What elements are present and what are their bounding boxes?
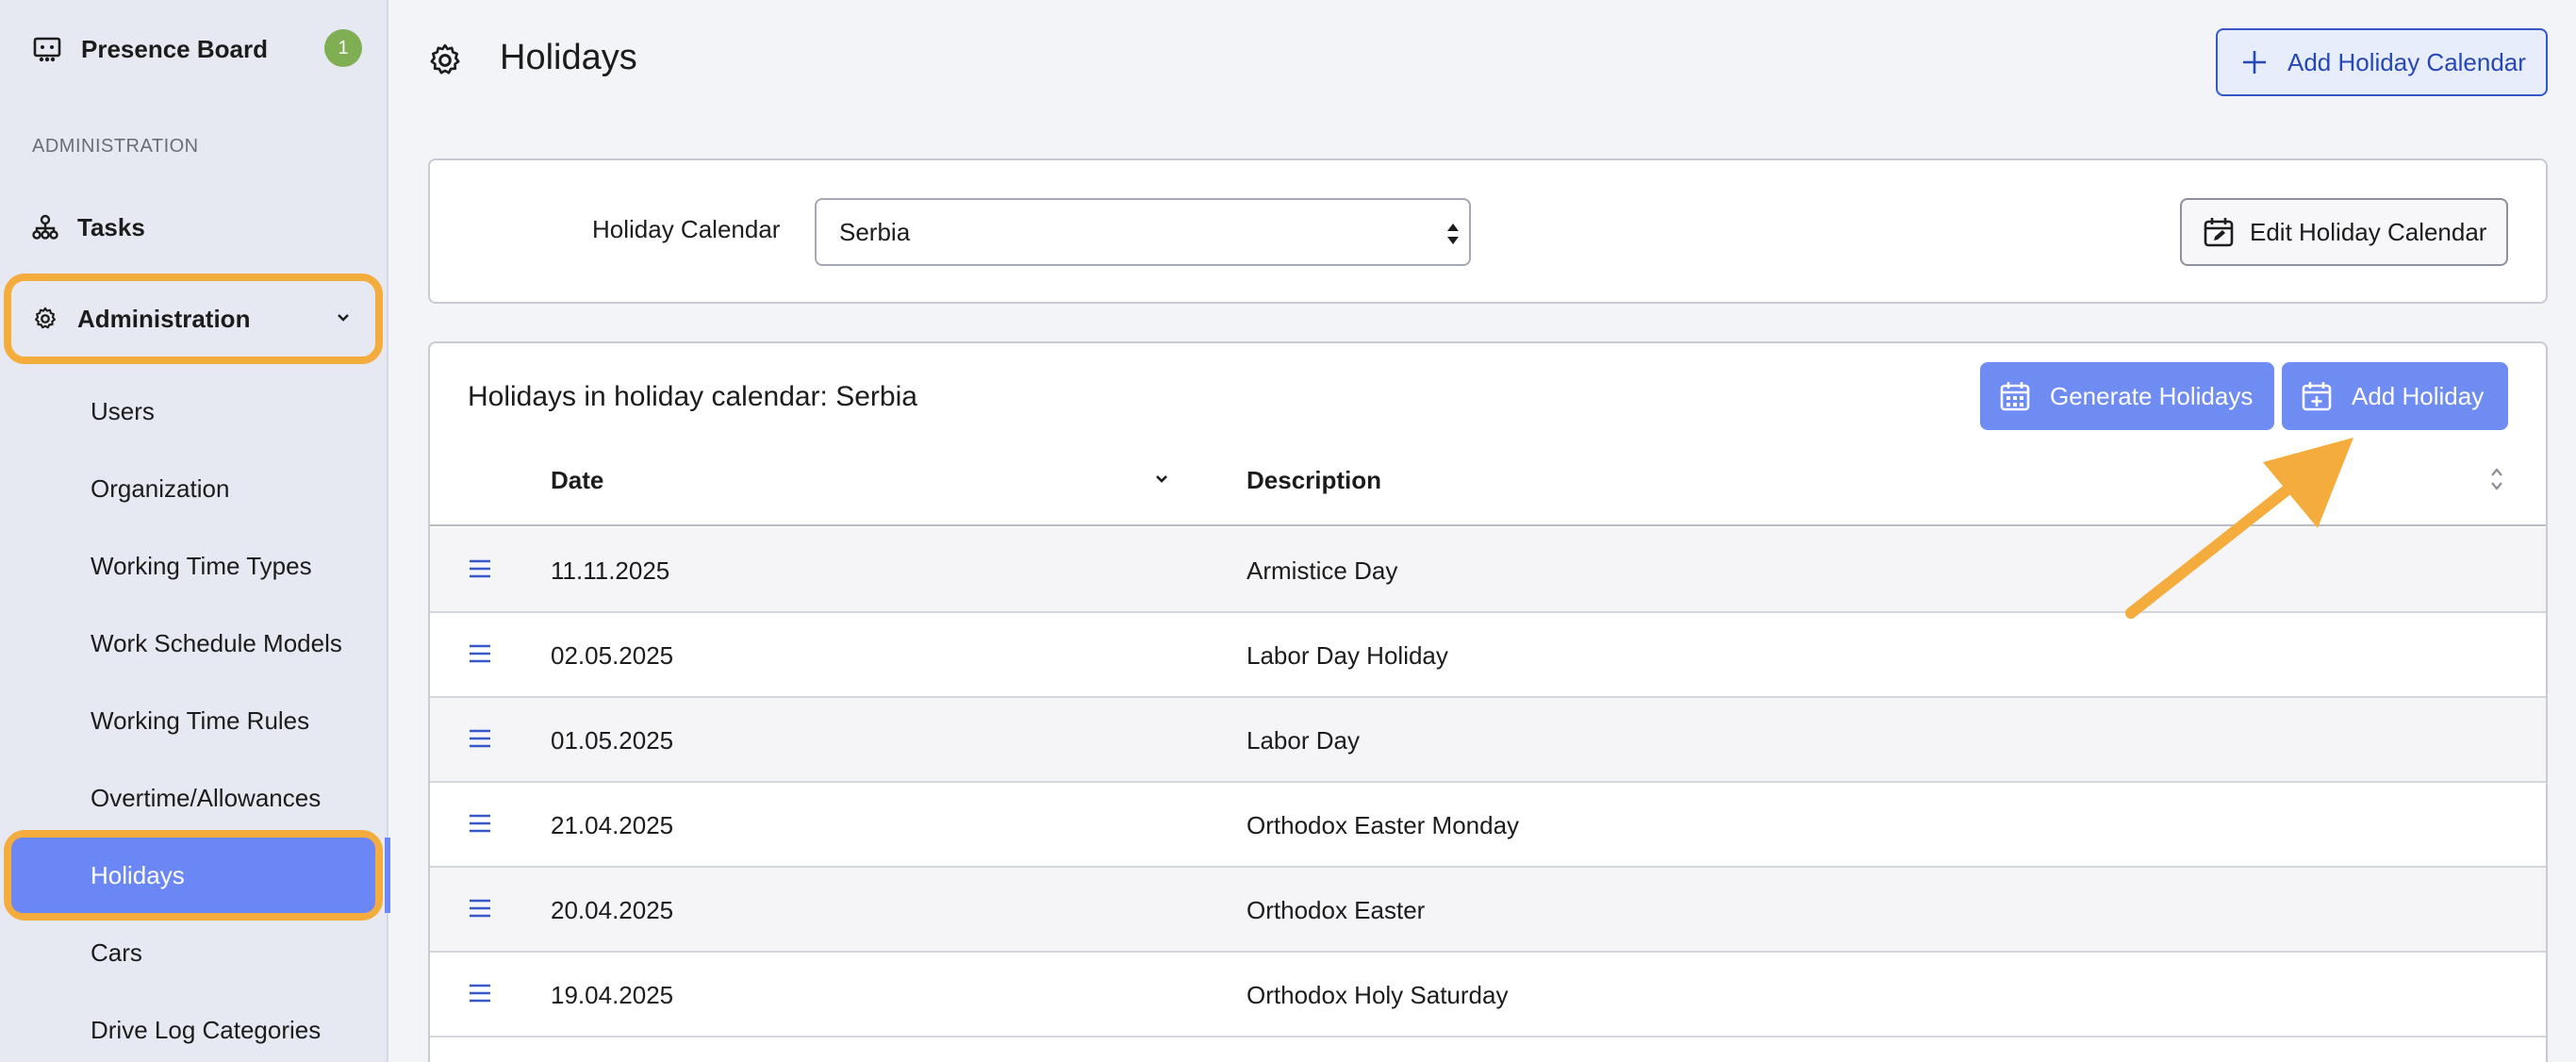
add-holiday-button[interactable]: Add Holiday: [2282, 362, 2508, 430]
cell-date: 20.04.2025: [551, 896, 674, 924]
menu-icon[interactable]: [468, 556, 492, 581]
sidebar-item-work-schedule-models[interactable]: Work Schedule Models: [91, 624, 342, 662]
table-row[interactable]: 02.05.2025 Labor Day Holiday: [430, 613, 2546, 698]
column-header-date[interactable]: Date: [551, 466, 603, 495]
brand-name: Presence Board: [81, 34, 268, 63]
button-label: Edit Holiday Calendar: [2250, 217, 2487, 246]
edit-holiday-calendar-button[interactable]: Edit Holiday Calendar: [2180, 198, 2508, 266]
sort-desc-icon[interactable]: [1152, 470, 1171, 489]
sidebar-item-cars[interactable]: Cars: [91, 934, 142, 971]
cell-description: Orthodox Easter: [1247, 896, 1426, 924]
cell-date: 01.05.2025: [551, 726, 674, 755]
cell-description: Orthodox Holy Saturday: [1247, 981, 1509, 1009]
cell-description: Labor Day Holiday: [1247, 641, 1448, 670]
gear-icon: [430, 43, 460, 75]
button-label: Add Holiday: [2352, 381, 2485, 410]
table-row[interactable]: 20.04.2025 Orthodox Easter: [430, 868, 2546, 953]
plus-icon: [2243, 51, 2266, 74]
calendar-plus-icon: [2302, 382, 2332, 411]
table-row[interactable]: 21.04.2025 Orthodox Easter Monday: [430, 783, 2546, 868]
notification-badge: 1: [324, 29, 362, 67]
sidebar-item-overtime-allowances[interactable]: Overtime/Allowances: [91, 779, 321, 817]
cell-description: Armistice Day: [1247, 556, 1398, 585]
presence-board-icon: [33, 37, 61, 62]
sidebar-item-administration[interactable]: Administration: [32, 289, 362, 349]
menu-icon[interactable]: [468, 981, 492, 1005]
cell-date: 19.04.2025: [551, 981, 674, 1009]
column-header-description[interactable]: Description: [1247, 466, 1381, 495]
sidebar-item-holidays[interactable]: Holidays: [11, 838, 375, 913]
button-label: Generate Holidays: [2050, 381, 2254, 410]
sitemap-icon: [32, 214, 58, 240]
page-title: Holidays: [500, 38, 637, 77]
menu-icon[interactable]: [468, 726, 492, 751]
cell-date: 02.05.2025: [551, 641, 674, 670]
sidebar-item-drive-log-categories[interactable]: Drive Log Categories: [91, 1011, 321, 1049]
calendar-grid-icon: [2000, 382, 2030, 411]
sidebar-item-label: Administration: [77, 304, 251, 333]
calendar-edit-icon: [2204, 218, 2234, 247]
sidebar-item-working-time-rules[interactable]: Working Time Rules: [91, 702, 309, 739]
holiday-calendar-filter-card: Holiday Calendar Serbia Edit Holiday Cal…: [428, 158, 2548, 304]
sidebar-item-label: Tasks: [77, 212, 145, 241]
sidebar-item-working-time-types[interactable]: Working Time Types: [91, 547, 312, 585]
table-row[interactable]: 01.05.2025 Labor Day: [430, 698, 2546, 783]
holiday-calendar-select[interactable]: Serbia: [815, 198, 1471, 266]
sidebar-item-organization[interactable]: Organization: [91, 470, 229, 507]
annotation-arrow-icon: [2125, 438, 2353, 619]
cell-description: Orthodox Easter Monday: [1247, 811, 1520, 839]
generate-holidays-button[interactable]: Generate Holidays: [1980, 362, 2274, 430]
menu-icon[interactable]: [468, 811, 492, 836]
menu-icon[interactable]: [468, 641, 492, 666]
cell-description: Labor Day: [1247, 726, 1360, 755]
add-holiday-calendar-button[interactable]: Add Holiday Calendar: [2216, 28, 2548, 96]
gear-icon: [35, 307, 56, 329]
sidebar-section-label: ADMINISTRATION: [32, 136, 199, 157]
table-row[interactable]: 19.04.2025 Orthodox Holy Saturday: [430, 953, 2546, 1037]
active-indicator: [385, 838, 390, 913]
sort-icon[interactable]: [2487, 464, 2506, 494]
sidebar-item-tasks[interactable]: Tasks: [32, 204, 145, 251]
select-arrows-icon: [1447, 224, 1459, 244]
cell-date: 21.04.2025: [551, 811, 674, 839]
chevron-down-icon: [338, 314, 349, 322]
brand[interactable]: Presence Board: [32, 30, 362, 68]
holiday-calendar-label: Holiday Calendar: [592, 215, 781, 243]
cell-date: 11.11.2025: [551, 556, 670, 585]
table-title: Holidays in holiday calendar: Serbia: [468, 381, 917, 412]
menu-icon[interactable]: [468, 896, 492, 921]
button-label: Add Holiday Calendar: [2287, 47, 2526, 76]
sidebar-item-users[interactable]: Users: [91, 392, 155, 430]
select-value: Serbia: [839, 217, 911, 246]
